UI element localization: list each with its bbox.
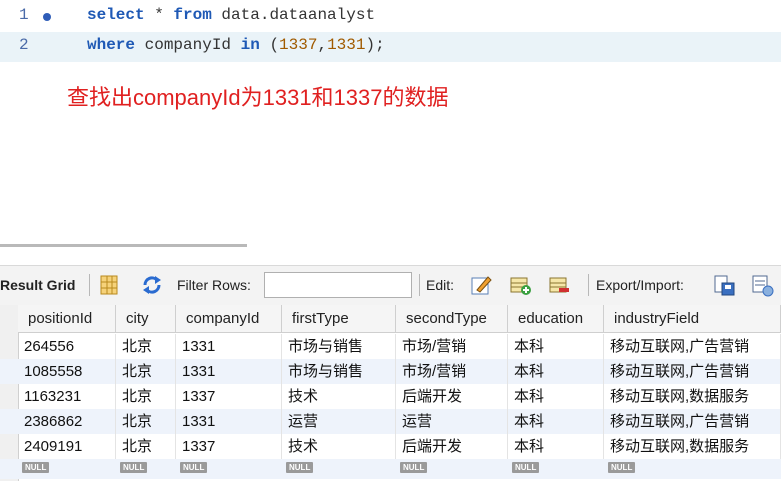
grid-view-icon[interactable] <box>97 273 121 297</box>
column-header-firstType[interactable]: firstType <box>282 305 396 333</box>
panel-splitter[interactable] <box>0 244 247 247</box>
cell-education[interactable]: 本科 <box>508 434 604 459</box>
column-header-industryField[interactable]: industryField <box>604 305 781 333</box>
cell-firstType[interactable]: 技术 <box>282 434 396 459</box>
cell-secondType[interactable]: 后端开发 <box>396 384 508 409</box>
number-literal: 1331 <box>327 36 366 54</box>
add-row-icon[interactable] <box>508 273 532 297</box>
cell-city[interactable]: 北京 <box>116 334 176 359</box>
cell-secondType[interactable]: 运营 <box>396 409 508 434</box>
export-icon[interactable] <box>712 273 736 297</box>
code-text[interactable]: where companyId in (1337,1331); <box>87 36 385 54</box>
editor-line-1[interactable]: 1 select * from data.dataanalyst <box>0 2 781 32</box>
delete-row-icon[interactable] <box>547 273 571 297</box>
keyword-from: from <box>173 6 212 24</box>
cell-education[interactable]: 本科 <box>508 334 604 359</box>
code-fragment: ); <box>365 36 385 54</box>
null-badge[interactable]: NULL <box>400 462 428 473</box>
cell-city[interactable]: 北京 <box>116 359 176 384</box>
number-literal: 1337 <box>279 36 318 54</box>
new-row-placeholder[interactable]: NULL NULL NULL NULL NULL NULL NULL <box>0 459 781 479</box>
cell-education[interactable]: 本科 <box>508 359 604 384</box>
cell-industryField[interactable]: 移动互联网,数据服务 <box>604 384 781 409</box>
cell-companyId[interactable]: 1337 <box>176 384 282 409</box>
result-grid[interactable]: positionId city companyId firstType seco… <box>0 305 781 481</box>
column-header-education[interactable]: education <box>508 305 604 333</box>
edit-label: Edit: <box>426 277 455 293</box>
null-badge[interactable]: NULL <box>22 462 50 473</box>
table-row[interactable]: 2386862 北京 1331 运营 运营 本科 移动互联网,广告营销 <box>0 409 781 434</box>
cell-industryField[interactable]: 移动互联网,广告营销 <box>604 334 781 359</box>
null-badge[interactable]: NULL <box>120 462 148 473</box>
line-number: 1 <box>19 6 29 24</box>
null-badge[interactable]: NULL <box>286 462 314 473</box>
code-text[interactable]: select * from data.dataanalyst <box>87 6 375 24</box>
cell-city[interactable]: 北京 <box>116 409 176 434</box>
export-import-label: Export/Import: <box>596 277 684 293</box>
cell-positionId[interactable]: 2409191 <box>18 434 116 459</box>
cell-industryField[interactable]: 移动互联网,广告营销 <box>604 359 781 384</box>
cell-industryField[interactable]: 移动互联网,广告营销 <box>604 409 781 434</box>
keyword-in: in <box>240 36 260 54</box>
column-header-positionId[interactable]: positionId <box>18 305 116 333</box>
cell-companyId[interactable]: 1331 <box>176 334 282 359</box>
cell-positionId[interactable]: 264556 <box>18 334 116 359</box>
table-row[interactable]: 1163231 北京 1337 技术 后端开发 本科 移动互联网,数据服务 <box>0 384 781 409</box>
cell-firstType[interactable]: 市场与销售 <box>282 334 396 359</box>
table-name: data.dataanalyst <box>211 6 376 24</box>
toolbar-divider <box>588 274 589 296</box>
cell-positionId[interactable]: 2386862 <box>18 409 116 434</box>
cell-companyId[interactable]: 1331 <box>176 409 282 434</box>
cell-secondType[interactable]: 市场/营销 <box>396 334 508 359</box>
code-fragment: * <box>144 6 174 24</box>
table-row[interactable]: 264556 北京 1331 市场与销售 市场/营销 本科 移动互联网,广告营销 <box>0 334 781 359</box>
column-header-city[interactable]: city <box>116 305 176 333</box>
edit-cell-icon[interactable] <box>469 273 493 297</box>
null-badge[interactable]: NULL <box>512 462 540 473</box>
table-row[interactable]: 2409191 北京 1337 技术 后端开发 本科 移动互联网,数据服务 <box>0 434 781 459</box>
cell-city[interactable]: 北京 <box>116 434 176 459</box>
cell-secondType[interactable]: 市场/营销 <box>396 359 508 384</box>
cell-companyId[interactable]: 1331 <box>176 359 282 384</box>
cell-companyId[interactable]: 1337 <box>176 434 282 459</box>
cell-city[interactable]: 北京 <box>116 384 176 409</box>
column-header-companyId[interactable]: companyId <box>176 305 282 333</box>
cell-firstType[interactable]: 市场与销售 <box>282 359 396 384</box>
code-fragment: ( <box>259 36 280 54</box>
refresh-filter-icon[interactable] <box>140 273 164 297</box>
cell-education[interactable]: 本科 <box>508 384 604 409</box>
table-row[interactable]: 1085558 北京 1331 市场与销售 市场/营销 本科 移动互联网,广告营销 <box>0 359 781 384</box>
null-badge[interactable]: NULL <box>608 462 636 473</box>
result-toolbar: Result Grid Filter Rows: Edit: Export/Im… <box>0 265 781 306</box>
filter-rows-label: Filter Rows: <box>177 277 251 293</box>
editor-line-2[interactable]: 2 where companyId in (1337,1331); <box>0 32 781 62</box>
cell-firstType[interactable]: 技术 <box>282 384 396 409</box>
annotation-text: 查找出companyId为1331和1337的数据 <box>67 85 449 110</box>
cell-positionId[interactable]: 1085558 <box>18 359 116 384</box>
execution-marker-icon <box>43 13 51 21</box>
cell-education[interactable]: 本科 <box>508 409 604 434</box>
column-header-secondType[interactable]: secondType <box>396 305 508 333</box>
code-fragment: , <box>317 36 328 54</box>
null-badge[interactable]: NULL <box>180 462 208 473</box>
keyword-where: where <box>87 36 136 54</box>
sql-editor[interactable]: 1 select * from data.dataanalyst 2 where… <box>0 0 781 70</box>
toolbar-divider <box>89 274 90 296</box>
keyword-select: select <box>87 6 145 24</box>
import-icon[interactable] <box>750 273 774 297</box>
toolbar-divider <box>419 274 420 296</box>
cell-positionId[interactable]: 1163231 <box>18 384 116 409</box>
cell-firstType[interactable]: 运营 <box>282 409 396 434</box>
column-name: companyId <box>135 36 241 54</box>
filter-rows-input[interactable] <box>264 272 412 298</box>
cell-secondType[interactable]: 后端开发 <box>396 434 508 459</box>
result-grid-tab[interactable]: Result Grid <box>0 277 75 293</box>
cell-industryField[interactable]: 移动互联网,数据服务 <box>604 434 781 459</box>
line-number: 2 <box>19 36 29 54</box>
